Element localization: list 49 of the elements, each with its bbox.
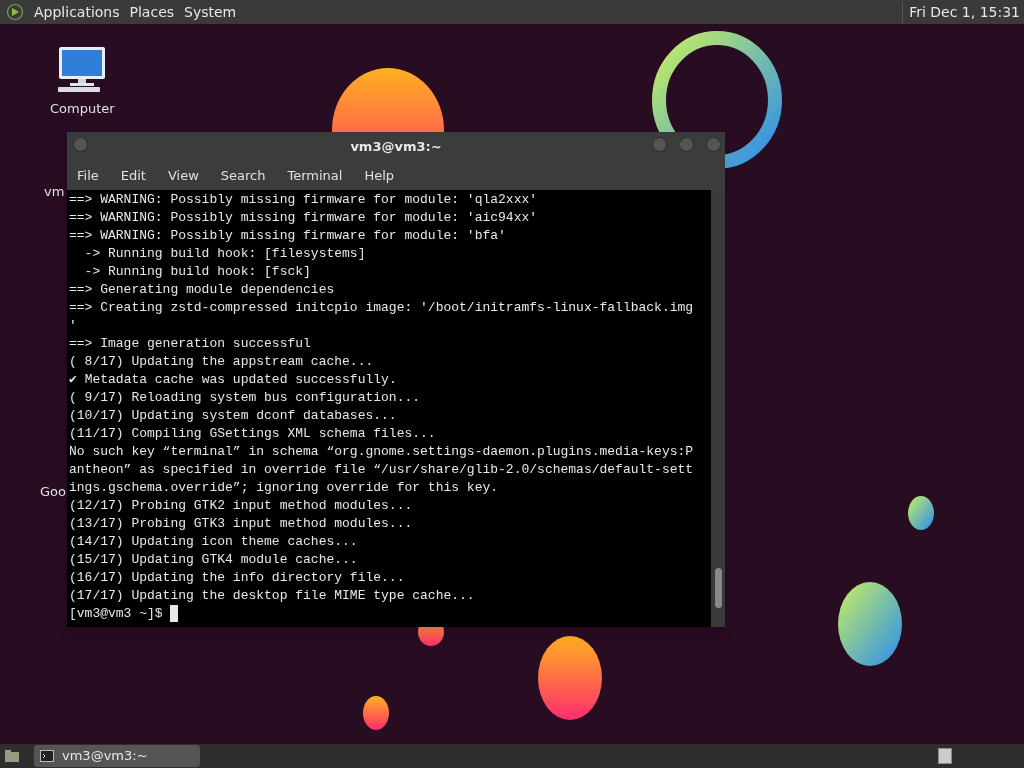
maximize-button[interactable] [679, 137, 694, 152]
terminal-line: ==> WARNING: Possibly missing firmware for module: 'qla2xxx' [69, 191, 539, 209]
close-button[interactable] [706, 137, 721, 152]
show-desktop-icon[interactable] [4, 749, 20, 763]
terminal-line: -> Running build hook: [filesystems] [83, 245, 367, 263]
terminal-line: ==> Creating zstd-compressed initcpio image: '/boot/initramfs-linux-fallback.img [69, 299, 695, 317]
terminal-line: ✔ Metadata cache was updated successfully. [69, 371, 398, 389]
terminal-line: ( 8/17) Updating the appstream cache... [69, 353, 375, 371]
minimize-button[interactable] [652, 137, 667, 152]
menu-item[interactable]: Search [214, 166, 272, 186]
menu-item[interactable]: Terminal [281, 166, 349, 186]
terminal-line: ==> Generating module dependencies [69, 281, 336, 299]
workspace-switcher[interactable] [938, 748, 952, 764]
terminal-line: ' [69, 317, 78, 335]
shell-prompt: [vm3@vm3 ~]$ [69, 605, 164, 623]
text-cursor [170, 605, 179, 622]
terminal-line: ( 9/17) Reloading system bus configuration... [69, 389, 422, 407]
terminal-line: No such key “terminal” in schema “org.gnome.settings-daemon.plugins.media-keys:P [69, 443, 695, 461]
terminal-line: (12/17) Probing GTK2 input method modules... [69, 497, 414, 515]
terminal-line: (14/17) Updating icon theme caches... [69, 533, 359, 551]
terminal-line: ings.gschema.override”; ignoring override for this key. [69, 479, 500, 497]
clock[interactable]: Fri Dec 1, 15:31 [902, 1, 1020, 23]
terminal-line: (13/17) Probing GTK3 input method modules... [69, 515, 414, 533]
terminal-icon [40, 750, 54, 762]
window-title: vm3@vm3:~ [350, 138, 442, 157]
terminal-line: (11/17) Compiling GSettings XML schema files... [69, 425, 437, 443]
terminal-line: ==> WARNING: Possibly missing firmware for module: 'bfa' [69, 227, 507, 245]
terminal-line: (16/17) Updating the info directory file... [69, 569, 406, 587]
panel-menu[interactable]: Applications [34, 1, 120, 23]
scrollbar[interactable] [711, 190, 725, 627]
terminal-line: (10/17) Updating system dconf databases... [69, 407, 398, 425]
terminal-line: -> Running build hook: [fsck] [83, 263, 312, 281]
panel-menu[interactable]: System [184, 1, 237, 23]
terminal-line: ==> WARNING: Possibly missing firmware for module: 'aic94xx' [69, 209, 539, 227]
menu-item[interactable]: View [161, 166, 205, 186]
terminal-line: (17/17) Updating the desktop file MIME type cache... [69, 587, 476, 605]
terminal-line: ==> Image generation successful [69, 335, 312, 353]
menu-item[interactable]: File [71, 166, 105, 186]
desktop-icon-label[interactable]: vm [44, 182, 65, 202]
logo-icon [6, 3, 24, 21]
menu-item[interactable]: Help [358, 166, 401, 186]
desktop-icon-label[interactable]: Goo [40, 482, 66, 502]
terminal-line: antheon” as specified in override file “/usr/share/glib-2.0/schemas/default-sett [69, 461, 695, 479]
terminal-line: (15/17) Updating GTK4 module cache... [69, 551, 359, 569]
desktop-icon-label[interactable]: Computer [50, 99, 115, 119]
taskbar-button[interactable]: vm3@vm3:~ [34, 745, 200, 767]
menu-item[interactable]: Edit [114, 166, 152, 186]
window-menu-button[interactable] [73, 137, 88, 152]
panel-menu[interactable]: Places [129, 1, 175, 23]
